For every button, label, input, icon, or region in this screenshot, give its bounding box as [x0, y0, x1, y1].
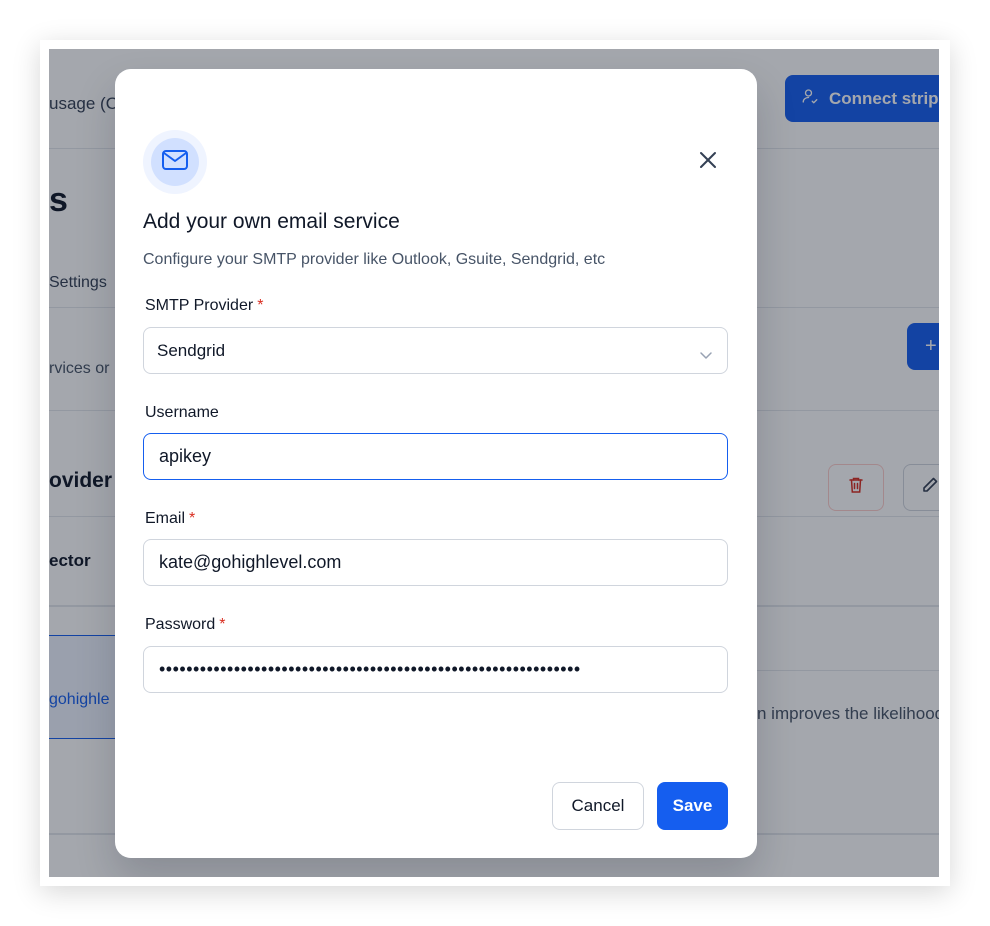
email-input[interactable]: kate@gohighlevel.com	[143, 539, 728, 586]
modal-subtitle: Configure your SMTP provider like Outloo…	[143, 251, 606, 268]
username-input[interactable]: apikey	[143, 433, 728, 480]
smtp-provider-value: Sendgrid	[157, 340, 226, 360]
required-marker: *	[189, 510, 196, 527]
smtp-provider-label: SMTP Provider *	[145, 297, 264, 314]
save-button[interactable]: Save	[657, 782, 728, 830]
required-marker: *	[219, 616, 226, 633]
mail-icon	[161, 148, 189, 177]
chevron-down-icon	[699, 345, 713, 365]
password-label: Password *	[145, 616, 226, 633]
email-label: Email *	[145, 510, 196, 527]
app-screen: usage (O Connect stripe s Settings rvice…	[49, 49, 939, 877]
smtp-provider-select[interactable]: Sendgrid	[143, 327, 728, 374]
close-icon	[699, 151, 717, 174]
modal-icon-badge	[143, 130, 207, 194]
required-marker: *	[257, 297, 264, 314]
close-button[interactable]	[695, 149, 721, 175]
modal-title: Add your own email service	[143, 210, 400, 233]
username-label: Username	[145, 404, 219, 421]
password-input[interactable]: ••••••••••••••••••••••••••••••••••••••••…	[143, 646, 728, 693]
email-value: kate@gohighlevel.com	[159, 552, 342, 572]
password-value: ••••••••••••••••••••••••••••••••••••••••…	[159, 659, 581, 679]
cancel-button[interactable]: Cancel	[552, 782, 644, 830]
username-value: apikey	[159, 446, 212, 466]
email-service-modal: Add your own email service Configure you…	[115, 69, 757, 858]
